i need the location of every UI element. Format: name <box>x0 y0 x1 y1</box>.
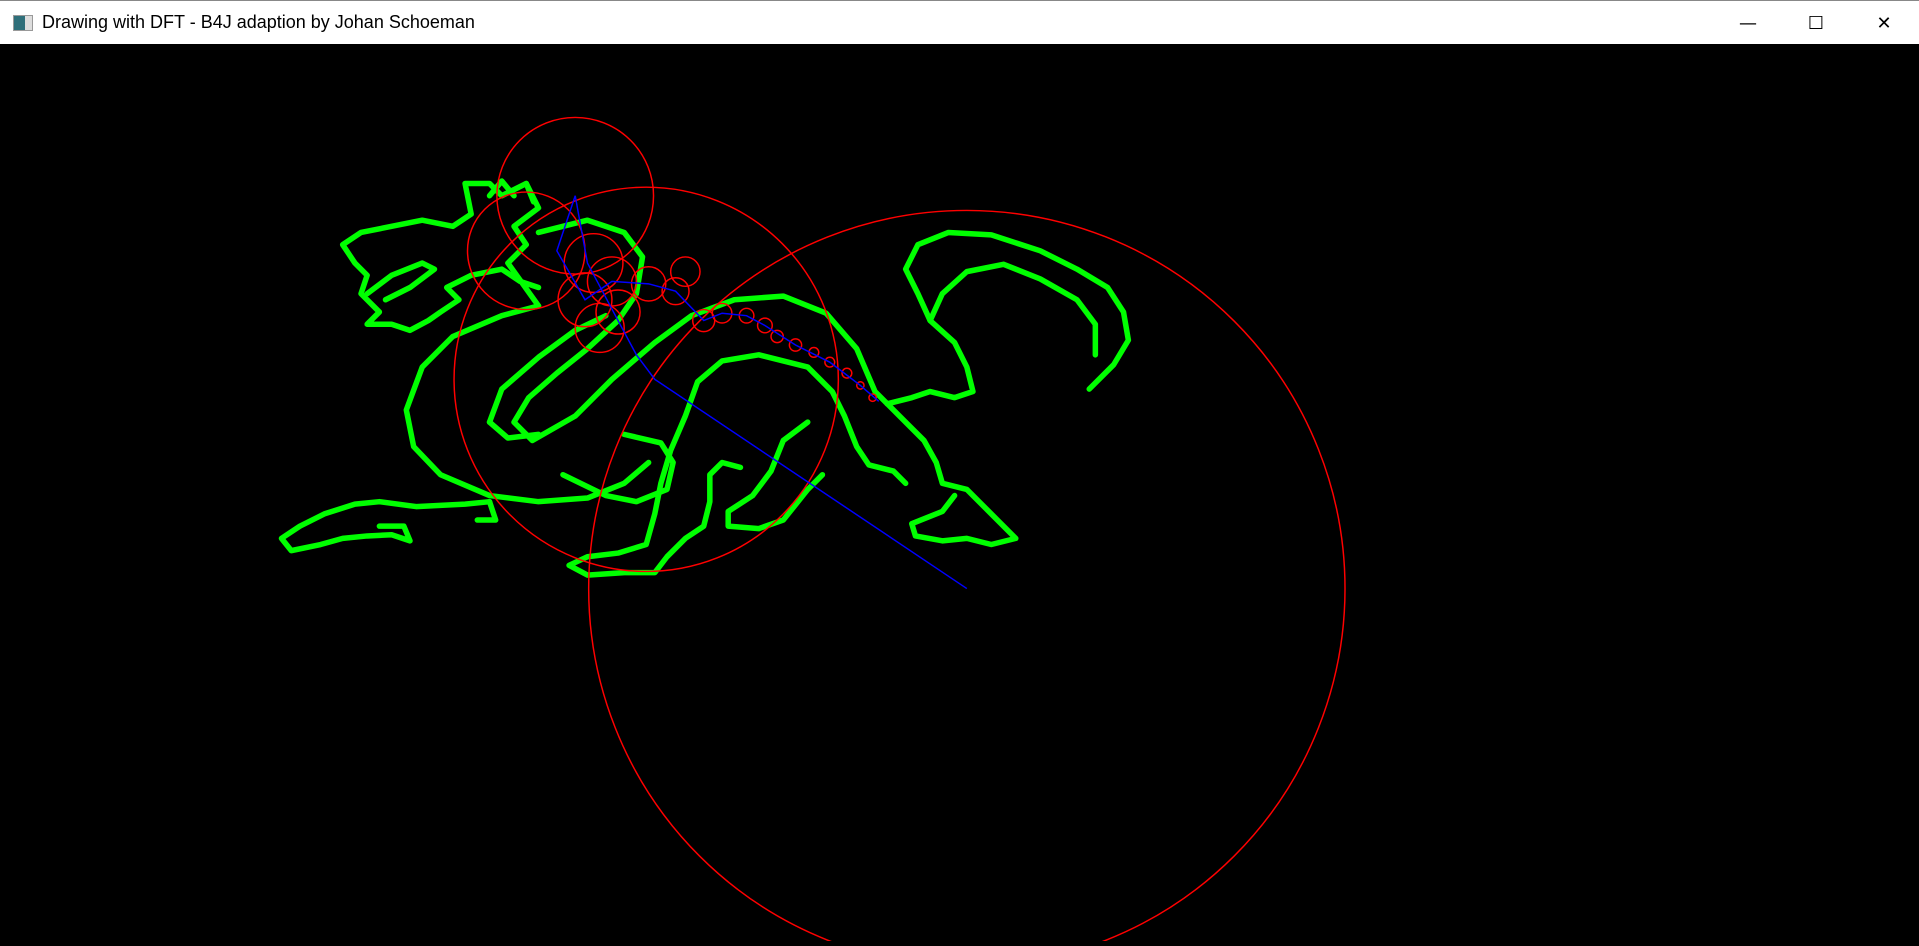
maximize-button[interactable]: ☐ <box>1785 1 1847 45</box>
title-bar[interactable]: Drawing with DFT - B4J adaption by Johan… <box>0 0 1919 44</box>
drawing-canvas <box>0 44 1919 946</box>
minimize-button[interactable]: — <box>1717 1 1779 45</box>
dft-drawing <box>278 116 1346 946</box>
epicycle-circles <box>453 116 1346 946</box>
close-button[interactable]: ✕ <box>1853 1 1915 45</box>
epicycle-circle <box>588 209 1346 946</box>
window-title: Drawing with DFT - B4J adaption by Johan… <box>42 12 475 32</box>
dragon-outline <box>278 178 1132 578</box>
app-icon <box>13 14 33 31</box>
